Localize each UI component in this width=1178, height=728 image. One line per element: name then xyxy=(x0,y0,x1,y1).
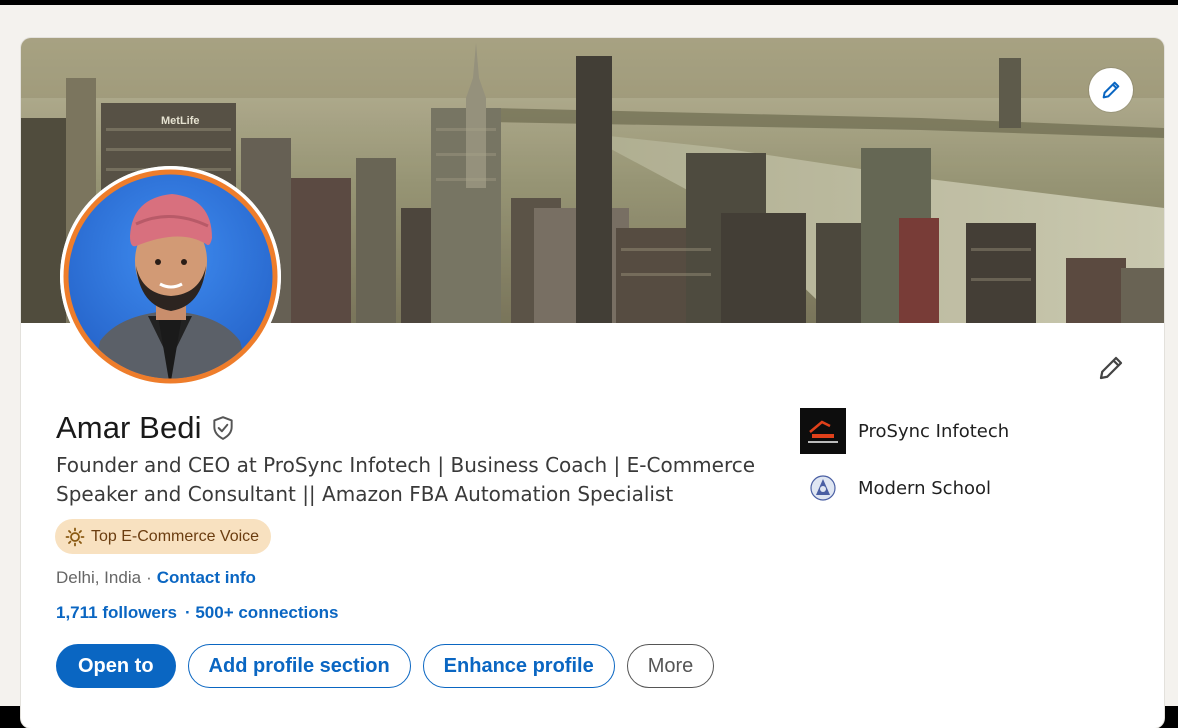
org-item-prosync[interactable]: ProSync Infotech xyxy=(800,408,1009,454)
org-name: Modern School xyxy=(858,477,992,499)
badge-label: Top E-Commerce Voice xyxy=(91,527,260,545)
profile-name: Amar Bedi xyxy=(56,410,202,445)
profile-card: MetLife Amar Bedi Founder and CEO at Pro… xyxy=(21,38,1164,728)
prosync-logo-icon xyxy=(800,408,846,454)
page-background: MetLife Amar Bedi Founder and CEO at Pro… xyxy=(0,5,1178,728)
separator: · xyxy=(146,568,152,587)
followers-link[interactable]: 1,711 followers xyxy=(56,603,177,623)
pencil-icon xyxy=(1102,81,1120,99)
more-button[interactable]: More xyxy=(626,644,715,688)
enhance-profile-button[interactable]: Enhance profile xyxy=(422,644,615,688)
network-row: 1,711 followers · 500+ connections xyxy=(56,603,338,623)
avatar[interactable] xyxy=(60,166,281,387)
edit-intro-button[interactable] xyxy=(1093,350,1129,386)
org-item-modern-school[interactable]: Modern School xyxy=(800,465,1009,511)
contact-info-link[interactable]: Contact info xyxy=(157,568,256,588)
profile-actions: Open to Add profile section Enhance prof… xyxy=(56,644,715,688)
name-row: Amar Bedi xyxy=(56,410,236,446)
open-to-button[interactable]: Open to xyxy=(56,644,176,688)
sun-icon xyxy=(65,527,85,546)
profile-headline: Founder and CEO at ProSync Infotech | Bu… xyxy=(56,451,776,509)
shield-check-icon xyxy=(212,416,233,440)
modern-school-logo-icon xyxy=(800,465,846,511)
headline-line-1: Founder and CEO at ProSync Infotech | Bu… xyxy=(56,453,756,477)
org-name: ProSync Infotech xyxy=(858,420,1010,442)
headline-line-2: Speaker and Consultant || Amazon FBA Aut… xyxy=(56,482,674,506)
location-row: Delhi, India · Contact info xyxy=(56,568,256,588)
pencil-icon xyxy=(1099,356,1123,380)
top-voice-badge[interactable]: Top E-Commerce Voice xyxy=(55,519,272,554)
location-text: Delhi, India xyxy=(56,568,142,587)
edit-cover-button[interactable] xyxy=(1089,68,1133,112)
add-profile-section-button[interactable]: Add profile section xyxy=(187,644,411,688)
organizations-list: ProSync Infotech Modern School xyxy=(800,408,1009,522)
connections-link[interactable]: · 500+ connections xyxy=(185,603,339,623)
